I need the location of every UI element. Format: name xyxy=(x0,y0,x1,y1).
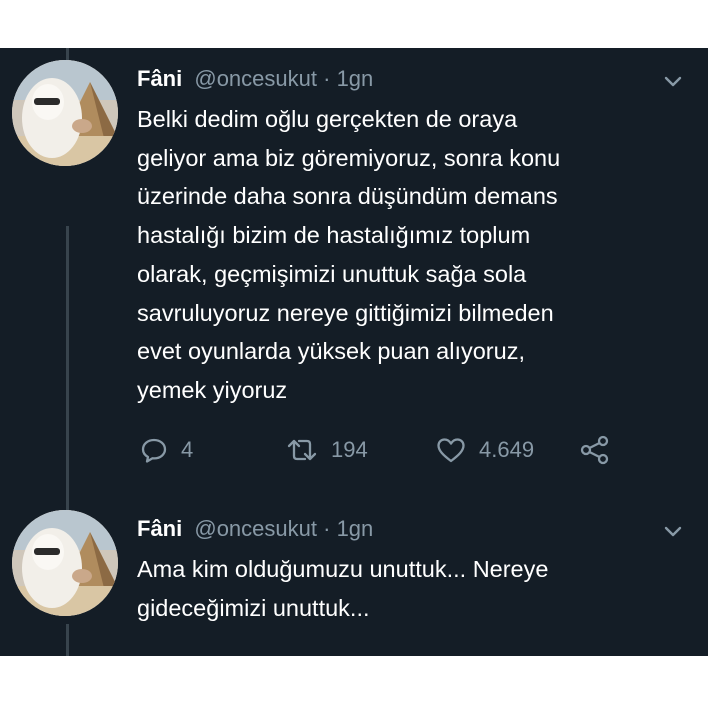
share-icon xyxy=(580,435,609,465)
reply-count: 4 xyxy=(181,437,194,462)
retweet-count: 194 xyxy=(331,437,368,462)
avatar[interactable] xyxy=(12,60,118,166)
tweet-text-line: Ama kim olduğumuzu unuttuk... Nereye xyxy=(137,556,549,582)
thread-connector-bottom xyxy=(66,624,69,656)
author-handle[interactable]: @oncesukut xyxy=(194,66,317,91)
tweet-thread-panel: Fâni @oncesukut · 1gn Belki dedim oğlu g… xyxy=(0,48,708,656)
reply-icon xyxy=(141,438,167,463)
tweet-text-line: gideceğimizi unuttuk... xyxy=(137,594,370,621)
author-name[interactable]: Fâni xyxy=(137,516,182,541)
tweet-text: Belki dedim oğlu gerçekten de oraya geli… xyxy=(137,100,677,410)
like-count: 4.649 xyxy=(479,437,535,462)
tweet-text-line: üzerinde daha sonra düşündüm demans xyxy=(137,183,558,210)
tweet-header: Fâni @oncesukut · 1gn xyxy=(137,514,373,544)
tweet-text-line: Belki dedim oğlu gerçekten de oraya xyxy=(137,106,518,132)
reply-button[interactable]: 4 xyxy=(139,432,193,468)
heart-icon xyxy=(437,438,465,463)
tweet-header: Fâni @oncesukut · 1gn xyxy=(137,64,373,94)
tweet-actions: 4 194 4.649 xyxy=(137,432,637,468)
thread-connector xyxy=(66,226,69,556)
share-button[interactable] xyxy=(579,432,623,468)
tweet-text: Ama kim olduğumuzu unuttuk... Nereye gid… xyxy=(137,550,677,627)
timestamp[interactable]: 1gn xyxy=(337,516,374,541)
tweet-text-line: savruluyoruz nereye gittiğimizi bilmeden xyxy=(137,299,554,326)
tweet-text-line: yemek yiyoruz xyxy=(137,376,288,403)
tweet-text-line: hastalığı bizim de hastalığımız toplum xyxy=(137,222,531,249)
like-button[interactable]: 4.649 xyxy=(435,432,534,468)
author-name[interactable]: Fâni xyxy=(137,66,182,91)
chevron-down-icon[interactable] xyxy=(662,70,684,92)
avatar[interactable] xyxy=(12,510,118,616)
retweet-button[interactable]: 194 xyxy=(285,432,368,468)
separator: · xyxy=(323,516,331,541)
tweet-text-line: geliyor ama biz göremiyoruz, sonra konu xyxy=(137,144,561,171)
tweet-text-line: olarak, geçmişimizi unuttuk sağa sola xyxy=(137,260,527,287)
chevron-down-icon[interactable] xyxy=(662,520,684,542)
author-handle[interactable]: @oncesukut xyxy=(194,516,317,541)
tweet-text-line: evet oyunlarda yüksek puan alıyoruz, xyxy=(137,338,525,365)
separator: · xyxy=(323,66,331,91)
retweet-icon xyxy=(287,439,317,461)
timestamp[interactable]: 1gn xyxy=(337,66,374,91)
